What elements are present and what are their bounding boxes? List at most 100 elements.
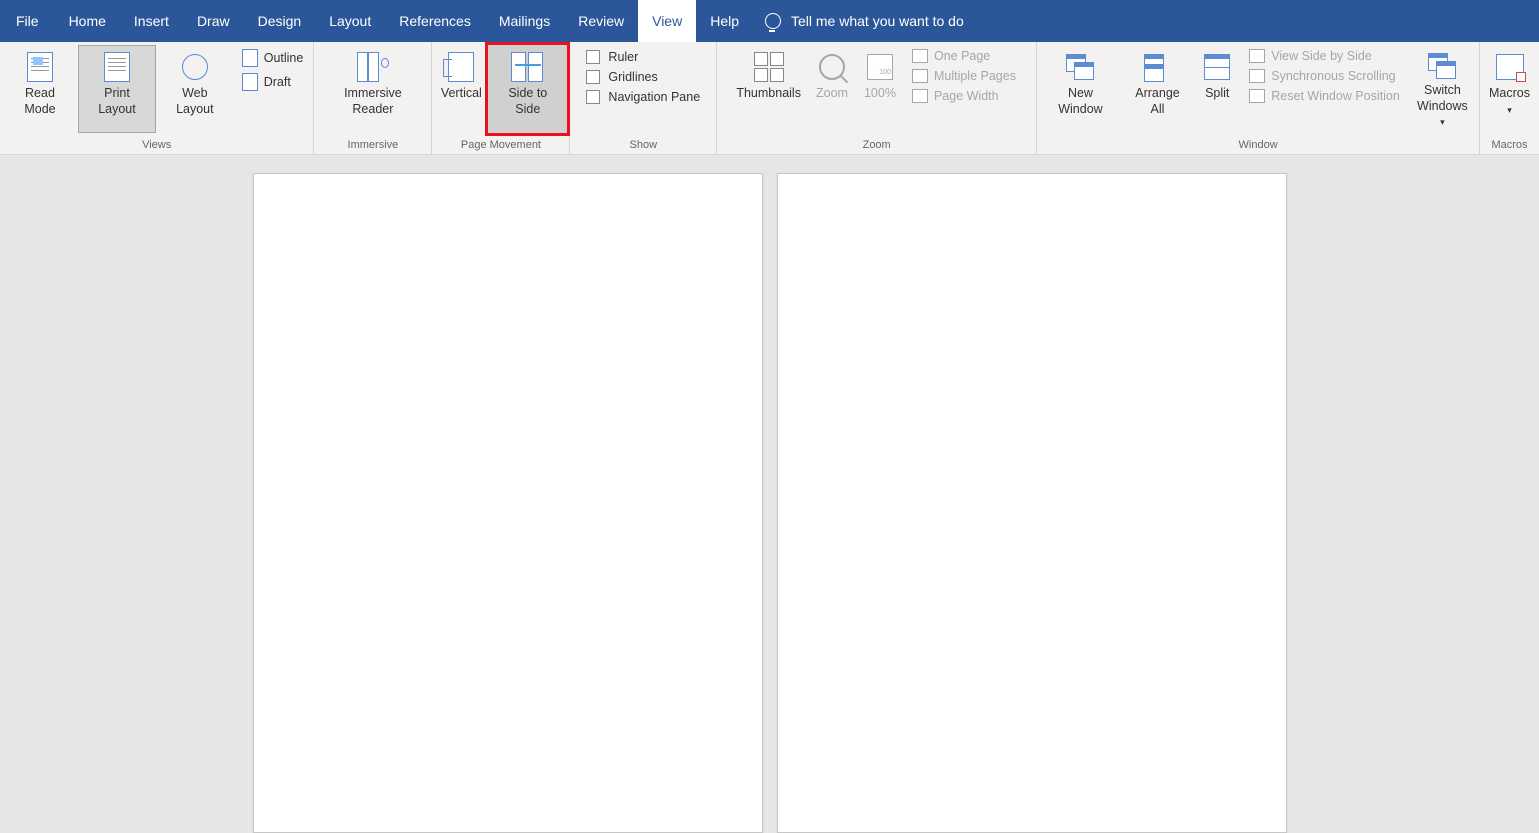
- vertical-button[interactable]: Vertical: [434, 45, 488, 133]
- new-window-icon: [1066, 54, 1094, 80]
- zoom-100-label: 100%: [864, 86, 896, 102]
- outline-label: Outline: [264, 51, 304, 65]
- zoom-label: Zoom: [816, 86, 848, 102]
- synchronous-scrolling-label: Synchronous Scrolling: [1271, 69, 1395, 83]
- one-page-icon: [912, 49, 928, 63]
- tab-mailings[interactable]: Mailings: [485, 0, 564, 42]
- page-width-button: Page Width: [908, 87, 1020, 105]
- view-side-by-side-button: View Side by Side: [1245, 47, 1404, 65]
- split-button[interactable]: Split: [1193, 45, 1241, 133]
- side-to-side-icon: [511, 52, 545, 82]
- zoom-100-icon: 100: [867, 54, 893, 80]
- web-layout-icon: [182, 54, 208, 80]
- thumbnails-label: Thumbnails: [736, 86, 801, 102]
- macros-button[interactable]: Macros▾: [1482, 45, 1537, 133]
- new-window-button[interactable]: New Window: [1039, 45, 1122, 133]
- multiple-pages-button: Multiple Pages: [908, 67, 1020, 85]
- group-zoom: Thumbnails Zoom 100 100% One Page Multip…: [717, 42, 1037, 154]
- ruler-checkbox[interactable]: Ruler: [580, 47, 706, 67]
- group-window-label: Window: [1039, 137, 1477, 154]
- menubar: File Home Insert Draw Design Layout Refe…: [0, 0, 1539, 42]
- checkbox-icon: [586, 90, 600, 104]
- tab-review[interactable]: Review: [564, 0, 638, 42]
- group-show-label: Show: [572, 137, 714, 154]
- side-to-side-button[interactable]: Side to Side: [488, 45, 567, 133]
- macros-icon: [1496, 54, 1524, 80]
- document-page-2[interactable]: [777, 173, 1287, 833]
- reset-window-position-button: Reset Window Position: [1245, 87, 1404, 105]
- immersive-reader-label: Immersive Reader: [323, 86, 422, 117]
- tab-references[interactable]: References: [385, 0, 485, 42]
- lightbulb-icon: [765, 13, 781, 29]
- thumbnails-button[interactable]: Thumbnails: [729, 45, 808, 133]
- print-layout-icon: [104, 52, 130, 82]
- split-icon: [1204, 54, 1230, 80]
- group-macros-label: Macros: [1482, 137, 1537, 154]
- reset-window-position-label: Reset Window Position: [1271, 89, 1400, 103]
- split-label: Split: [1205, 86, 1229, 102]
- group-macros: Macros▾ Macros: [1480, 42, 1539, 154]
- group-immersive-label: Immersive: [316, 137, 429, 154]
- document-page-1[interactable]: [253, 173, 763, 833]
- read-mode-icon: [27, 52, 53, 82]
- tab-draw[interactable]: Draw: [183, 0, 244, 42]
- tab-layout[interactable]: Layout: [315, 0, 385, 42]
- synchronous-scrolling-button: Synchronous Scrolling: [1245, 67, 1404, 85]
- document-canvas[interactable]: [0, 155, 1539, 799]
- view-side-by-side-icon: [1249, 49, 1265, 63]
- web-layout-button[interactable]: Web Layout: [156, 45, 234, 133]
- ruler-label: Ruler: [608, 50, 638, 64]
- group-window: New Window Arrange All Split View Side b…: [1037, 42, 1480, 154]
- chevron-down-icon: ▾: [1507, 105, 1512, 115]
- draft-button[interactable]: Draft: [238, 71, 308, 93]
- checkbox-icon: [586, 50, 600, 64]
- outline-button[interactable]: Outline: [238, 47, 308, 69]
- switch-windows-label: Switch Windows ▾: [1415, 83, 1470, 130]
- group-immersive: Immersive Reader Immersive: [314, 42, 432, 154]
- group-zoom-label: Zoom: [719, 137, 1034, 154]
- reset-window-position-icon: [1249, 89, 1265, 103]
- page-width-label: Page Width: [934, 89, 999, 103]
- draft-icon: [242, 73, 258, 91]
- page-width-icon: [912, 89, 928, 103]
- zoom-100-button: 100 100%: [856, 45, 904, 133]
- zoom-icon: [819, 54, 845, 80]
- read-mode-label: Read Mode: [9, 86, 71, 117]
- print-layout-button[interactable]: Print Layout: [78, 45, 156, 133]
- new-window-label: New Window: [1046, 86, 1115, 117]
- outline-icon: [242, 49, 258, 67]
- arrange-all-icon: [1144, 54, 1172, 80]
- group-views: Read Mode Print Layout Web Layout Outlin…: [0, 42, 314, 154]
- switch-windows-button[interactable]: Switch Windows ▾: [1408, 45, 1477, 133]
- tab-design[interactable]: Design: [244, 0, 316, 42]
- web-layout-label: Web Layout: [163, 86, 227, 117]
- file-tab[interactable]: File: [0, 0, 55, 42]
- navigation-pane-checkbox[interactable]: Navigation Pane: [580, 87, 706, 107]
- thumbnails-icon: [754, 52, 784, 82]
- tab-insert[interactable]: Insert: [120, 0, 183, 42]
- tab-home[interactable]: Home: [55, 0, 120, 42]
- arrange-all-label: Arrange All: [1129, 86, 1187, 117]
- one-page-button: One Page: [908, 47, 1020, 65]
- tab-view[interactable]: View: [638, 0, 696, 42]
- macros-label: Macros▾: [1489, 86, 1530, 117]
- checkbox-icon: [586, 70, 600, 84]
- draft-label: Draft: [264, 75, 291, 89]
- view-side-by-side-label: View Side by Side: [1271, 49, 1372, 63]
- one-page-label: One Page: [934, 49, 990, 63]
- immersive-reader-button[interactable]: Immersive Reader: [316, 45, 429, 133]
- vertical-label: Vertical: [441, 86, 482, 102]
- navigation-pane-label: Navigation Pane: [608, 90, 700, 104]
- tell-me-search[interactable]: Tell me what you want to do: [765, 13, 964, 29]
- arrange-all-button[interactable]: Arrange All: [1122, 45, 1194, 133]
- group-page-movement: Vertical Side to Side Page Movement: [432, 42, 570, 154]
- print-layout-label: Print Layout: [85, 86, 149, 117]
- tab-help[interactable]: Help: [696, 0, 753, 42]
- multiple-pages-label: Multiple Pages: [934, 69, 1016, 83]
- zoom-button: Zoom: [808, 45, 856, 133]
- vertical-icon: [448, 52, 474, 82]
- gridlines-checkbox[interactable]: Gridlines: [580, 67, 706, 87]
- ribbon: Read Mode Print Layout Web Layout Outlin…: [0, 42, 1539, 155]
- side-to-side-label: Side to Side: [495, 86, 560, 117]
- read-mode-button[interactable]: Read Mode: [2, 45, 78, 133]
